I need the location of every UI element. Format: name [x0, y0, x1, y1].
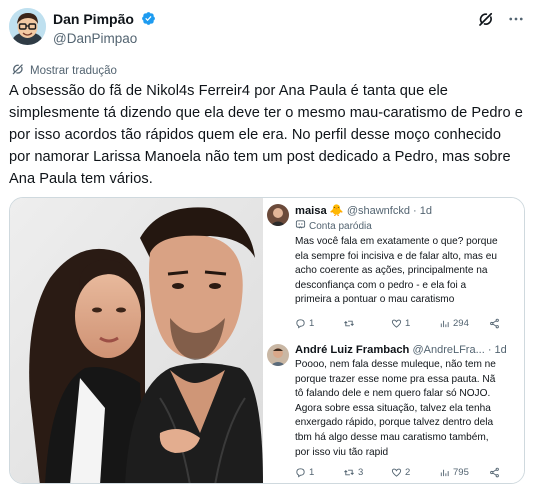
- reply-actions: 1 1 294: [295, 318, 524, 329]
- reply-text-line: por isso viu tão rapid: [295, 446, 389, 458]
- reply-text-line: Poooo, nem fala desse muleque, não tem n…: [295, 359, 496, 370]
- reply-text-line: acho coerente as ações, principalmente n…: [295, 265, 488, 277]
- like-icon: [391, 468, 402, 477]
- parody-badge: Conta paródia: [295, 219, 372, 233]
- views-icon: [440, 469, 449, 477]
- parody-label: Conta paródia: [309, 220, 372, 232]
- retweet-count: [343, 318, 391, 329]
- reply-icon: [296, 319, 305, 329]
- translation-label: Mostrar tradução: [30, 64, 117, 77]
- views-icon: [440, 320, 449, 328]
- reply-header: André Luiz Frambach @AndreLFra... · 1d: [295, 344, 524, 356]
- reply-count: 1: [295, 467, 343, 478]
- reply-author-handle: @shawnfckd · 1d: [346, 205, 432, 217]
- author-display-name[interactable]: Dan Pimpão: [53, 11, 134, 27]
- more-icon[interactable]: [507, 10, 525, 28]
- reply-text-line: tô falando dele e nem quero falar só NOJ…: [295, 388, 491, 400]
- screenshot-reply: André Luiz Frambach @AndreLFra... · 1d P…: [263, 340, 524, 483]
- retweet-count: 3: [343, 467, 391, 478]
- show-translation-link[interactable]: Mostrar tradução: [11, 62, 117, 79]
- grok-icon[interactable]: [477, 10, 495, 28]
- retweet-icon: [344, 320, 354, 327]
- reply-text: Poooo, nem fala desse muleque, não tem n…: [295, 358, 524, 460]
- reply-text-line: Mas você fala em exatamente o que? porqu…: [295, 236, 498, 247]
- reply-author-handle: @AndreLFra... · 1d: [412, 344, 507, 356]
- screenshot-reply: maisa 🐥 @shawnfckd · 1d Conta paródia Ma…: [263, 200, 524, 340]
- reply-text-line: ela sempre foi incisiva e de falar alto,…: [295, 250, 497, 262]
- author-handle[interactable]: @DanPimpao: [53, 31, 156, 46]
- reply-avatar: [267, 344, 289, 366]
- like-count: 2: [391, 467, 439, 478]
- reply-text-line: tbm há algo desse mau caratismo também,: [295, 431, 489, 443]
- views-count: 795: [439, 467, 489, 478]
- tweet-media[interactable]: maisa 🐥 @shawnfckd · 1d Conta paródia Ma…: [9, 197, 525, 484]
- tweet-header: Dan Pimpão @DanPimpao: [9, 8, 525, 48]
- reply-actions: 1 3 2 795: [295, 467, 524, 478]
- like-icon: [391, 319, 402, 328]
- share-icon: [489, 318, 500, 329]
- views-count: 294: [439, 318, 489, 329]
- reply-text: Mas você fala em exatamente o que? porqu…: [295, 235, 524, 308]
- reply-icon: [296, 468, 305, 478]
- tweet-text: A obsessão do fã de Nikol4s Ferreir4 por…: [9, 83, 523, 187]
- reply-author-name: André Luiz Frambach: [295, 344, 410, 356]
- translate-icon: [11, 62, 25, 79]
- couple-photo[interactable]: [10, 198, 263, 483]
- reply-avatar: [267, 204, 289, 226]
- reply-text-line: enxergado rápido, porque talvez dentro d…: [295, 417, 494, 429]
- reply-text-line: porque trazer esse nome pra essa pauta. …: [295, 373, 496, 385]
- header-actions: [477, 10, 525, 28]
- reply-header: maisa 🐥 @shawnfckd · 1d: [295, 204, 524, 217]
- like-count: 1: [391, 318, 439, 329]
- reply-author-name: maisa 🐥: [295, 205, 344, 217]
- reply-text-line: primeira a pontuar o mau caratismo: [295, 294, 455, 306]
- author-names: Dan Pimpão @DanPimpao: [53, 10, 156, 46]
- replies-screenshot: maisa 🐥 @shawnfckd · 1d Conta paródia Ma…: [263, 198, 524, 483]
- reply-text-line: Agora sobre essa situação, talvez ela te…: [295, 402, 491, 414]
- reply-text-line: desconfiança com o pedro - e ela foi a: [295, 279, 467, 291]
- author-avatar[interactable]: [9, 8, 46, 45]
- reply-count: 1: [295, 318, 343, 329]
- parody-icon: [295, 219, 306, 233]
- verified-badge-icon: [141, 11, 156, 26]
- retweet-icon: [344, 469, 354, 476]
- share-icon: [489, 467, 500, 478]
